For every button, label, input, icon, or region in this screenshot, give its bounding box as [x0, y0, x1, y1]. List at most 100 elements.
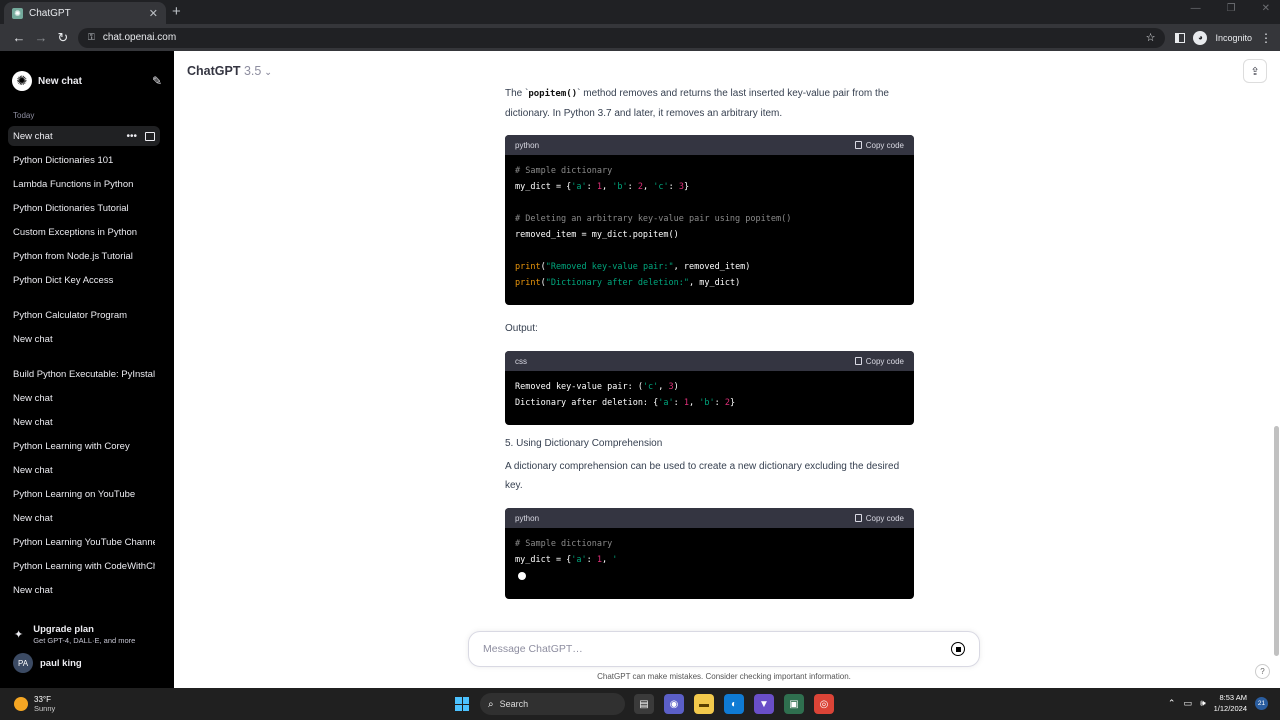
share-icon: ⇪ [1250, 65, 1260, 78]
chat-title: Python Learning with CodeWithChris [13, 560, 155, 572]
sidebar-new-chat-row[interactable]: ✺ New chat ✎ [0, 51, 174, 97]
copy-code-button[interactable]: Copy code [854, 513, 904, 523]
output-label: Output: [505, 323, 538, 334]
chat-history-item[interactable]: Python Dictionaries Tutorial [8, 198, 160, 218]
chat-history-item[interactable]: Python Dictionaries 101 [8, 150, 160, 170]
chat-history-item[interactable]: Python Calculator Program [8, 305, 160, 325]
chat-history-item[interactable]: Python Learning on YouTube [8, 484, 160, 504]
side-panel-icon[interactable] [1175, 32, 1186, 43]
chat-title: Python Learning on YouTube [13, 488, 136, 500]
share-button[interactable]: ⇪ [1243, 59, 1267, 83]
chatgpt-favicon-icon: ✺ [12, 7, 23, 19]
notification-badge[interactable]: 21 [1255, 696, 1268, 710]
archive-icon[interactable] [145, 131, 155, 141]
minimize-icon[interactable]: — [1191, 3, 1201, 14]
folder-icon[interactable]: ▬ [694, 694, 714, 714]
chat-title: New chat [13, 464, 53, 476]
inline-code: popitem() [528, 89, 578, 99]
chat-history-item[interactable]: Build Python Executable: PyInstaller [8, 364, 160, 384]
browser-tab[interactable]: ✺ ChatGPT ✕ [4, 2, 166, 24]
chat-history-item[interactable]: Custom Exceptions in Python [8, 222, 160, 242]
scrollbar[interactable] [1272, 51, 1280, 688]
browser-menu-icon[interactable]: ⋮ [1260, 31, 1272, 45]
site-info-icon[interactable]: ⚿ [88, 32, 95, 43]
section-heading: 5. Using Dictionary Comprehension [505, 438, 663, 449]
chat-title: New chat [13, 584, 53, 596]
back-arrow-icon[interactable]: ← [8, 30, 30, 45]
chat-title: Python Calculator Program [13, 309, 128, 321]
copy-code-button[interactable]: Copy code [854, 141, 904, 150]
taskbar-apps: ▤ ◉ ▬ ◐ ▼ ▣ ◎ [634, 694, 834, 714]
stop-generating-icon[interactable] [951, 642, 965, 656]
edge-browser-icon[interactable]: ◐ [724, 694, 744, 714]
message-composer[interactable] [468, 631, 980, 667]
window-controls: — ❐ ✕ [1191, 3, 1270, 14]
chat-history-item[interactable]: New chat [8, 508, 160, 528]
incognito-icon: ◕ [1193, 30, 1208, 45]
close-window-icon[interactable]: ✕ [1262, 3, 1270, 14]
clipboard-icon [854, 141, 862, 149]
teams-chat-icon[interactable]: ◉ [664, 694, 684, 714]
windows-start-icon[interactable] [455, 697, 469, 711]
chat-title: New chat [13, 392, 53, 404]
model-selector[interactable]: ChatGPT 3.5 ⌄ [187, 64, 272, 78]
chat-title: New chat [13, 130, 53, 142]
chat-history-item[interactable]: Lambda Functions in Python [8, 174, 160, 194]
disclaimer: ChatGPT can make mistakes. Consider chec… [597, 672, 851, 681]
chevron-up-icon[interactable]: ⌃ [1168, 698, 1176, 709]
message-paragraph: The `popitem()` method removes and retur… [505, 84, 915, 123]
code-block: python Copy code # Sample dictionary my_… [505, 135, 914, 305]
chat-history-item[interactable]: New chat [8, 412, 160, 432]
clipboard-icon [854, 514, 862, 522]
sidebar-new-chat-label: New chat [38, 75, 82, 87]
sparkle-icon: ✦ [14, 628, 24, 641]
os-taskbar: 33°F Sunny ⌕ Search ▤ ◉ ▬ ◐ ▼ ▣ ◎ ⌃ ▭ 🕪 … [0, 688, 1280, 720]
chat-history-item[interactable]: Python Dict Key Access [8, 270, 160, 290]
chat-history-item[interactable]: Python Learning YouTube Channel [8, 532, 160, 552]
reload-icon[interactable]: ↻ [52, 30, 74, 46]
code-language: css [515, 356, 527, 366]
upgrade-title: Upgrade plan [33, 623, 94, 635]
vpn-app-icon[interactable]: ▼ [754, 694, 774, 714]
copy-code-button[interactable]: Copy code [854, 357, 904, 366]
url-text: chat.openai.com [102, 32, 177, 43]
file-explorer-taskview-icon[interactable]: ▤ [634, 694, 654, 714]
copy-label: Copy code [865, 513, 904, 523]
code-content: # Sample dictionary my_dict = {'a': 1, '… [515, 166, 792, 288]
upgrade-plan-button[interactable]: ✦ Upgrade plan Get GPT-4, DALL·E, and mo… [0, 621, 174, 647]
chat-history-item[interactable]: New chat ••• [8, 126, 160, 146]
user-profile-button[interactable]: PA paul king [0, 652, 174, 674]
help-button[interactable]: ? [1255, 664, 1270, 679]
code-content: # Sample dictionary my_dict = {'a': 1, ' [505, 528, 914, 594]
taskbar-search[interactable]: ⌕ Search [480, 693, 625, 715]
chat-history-item[interactable]: Python from Node.js Tutorial [8, 246, 160, 266]
chat-history-item[interactable]: New chat [8, 388, 160, 408]
photos-app-icon[interactable]: ▣ [784, 694, 804, 714]
chat-history-item[interactable]: New chat [8, 580, 160, 600]
chat-history-item[interactable]: Python Learning with CodeWithChris [8, 556, 160, 576]
close-tab-icon[interactable]: ✕ [149, 7, 158, 20]
network-icon[interactable]: ▭ [1183, 698, 1192, 709]
chrome-browser-icon[interactable]: ◎ [814, 694, 834, 714]
text: The ` [505, 88, 529, 99]
chat-title: Build Python Executable: PyInstaller [13, 368, 155, 380]
restore-icon[interactable]: ❐ [1227, 3, 1236, 14]
bookmark-star-icon[interactable]: ☆ [1146, 31, 1156, 44]
taskbar-clock[interactable]: 8:53 AM 1/12/2024 [1214, 692, 1247, 714]
browser-toolbar: ← → ↻ ⚿ chat.openai.com ☆ ◕ Incognito ⋮ [0, 24, 1280, 51]
address-bar[interactable]: ⚿ chat.openai.com ☆ [77, 27, 1166, 48]
chat-title: Python Learning with Corey [13, 440, 130, 452]
chat-history-item[interactable]: New chat [8, 329, 160, 349]
forward-arrow-icon[interactable]: → [30, 30, 52, 45]
chat-history-item[interactable]: Python Learning with Corey [8, 436, 160, 456]
new-chat-edit-icon[interactable]: ✎ [152, 74, 162, 88]
model-name: ChatGPT [187, 64, 241, 78]
scroll-thumb[interactable] [1274, 426, 1279, 656]
chat-history-item[interactable]: New chat [8, 460, 160, 480]
more-options-icon[interactable]: ••• [126, 131, 137, 142]
code-language: python [515, 140, 540, 150]
new-tab-button[interactable]: + [172, 3, 181, 20]
message-input[interactable] [483, 643, 951, 655]
volume-icon[interactable]: 🕪 [1200, 698, 1206, 709]
weather-widget[interactable]: 33°F Sunny [14, 695, 164, 713]
